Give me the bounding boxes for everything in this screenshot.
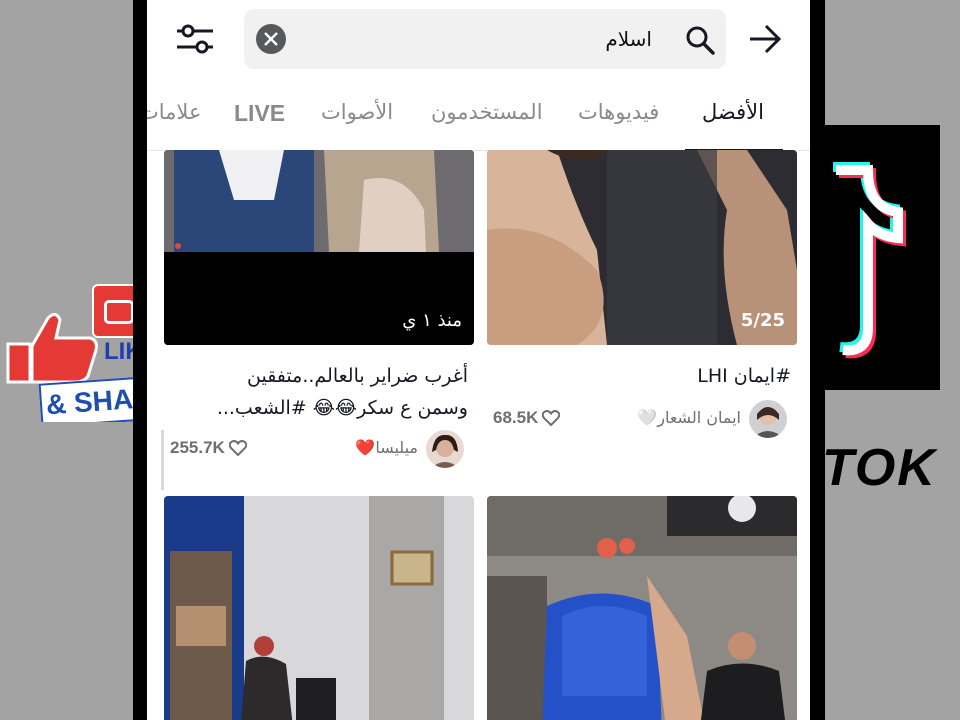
video-thumbnail-image (164, 496, 474, 720)
heart-outline-icon (542, 410, 561, 426)
video-meta: ايمان الشعار🤍 68.5K (487, 400, 791, 440)
like-share-sticker: LIK & SHA (0, 282, 135, 422)
back-arrow-icon[interactable] (747, 20, 783, 58)
phone-frame: الأفضل فيديوهات المستخدمون الأصوات LIVE … (133, 0, 825, 720)
play-badge-icon (92, 284, 135, 338)
tab-videos[interactable]: فيديوهات (578, 100, 659, 124)
video-meta: ميليسا❤️ 255.7K (164, 430, 468, 470)
search-icon[interactable] (684, 24, 716, 56)
username-label[interactable]: ميليسا❤️ (355, 438, 418, 457)
time-ago-label: منذ ١ ي (402, 310, 462, 331)
search-input[interactable] (302, 19, 652, 59)
search-tabs: الأفضل فيديوهات المستخدمون الأصوات LIVE … (147, 82, 810, 152)
clear-search-button[interactable] (256, 24, 286, 54)
like-count-value: 68.5K (493, 408, 539, 427)
caption-line: أغرب ضراير بالعالم..متفقين (247, 365, 468, 387)
tiktok-logo (825, 125, 940, 390)
avatar[interactable] (749, 400, 787, 438)
share-label: & SHA (38, 376, 135, 422)
avatar-image (426, 430, 464, 468)
scroll-indicator (161, 430, 164, 490)
caption-line: وسمن ع سكر😂😂 #الشعب... (216, 397, 468, 419)
avatar-image (749, 400, 787, 438)
tab-users[interactable]: المستخدمون (431, 100, 543, 124)
avatar[interactable] (426, 430, 464, 468)
like-count: 255.7K (170, 438, 247, 458)
thumbs-up-icon (6, 313, 98, 384)
video-thumbnail-image (487, 496, 797, 720)
video-caption: #ايمان LHI (487, 360, 791, 392)
video-thumbnail[interactable] (487, 496, 797, 720)
tab-live[interactable]: LIVE (234, 100, 285, 127)
tiktok-note-icon (833, 162, 906, 359)
caption-line: #ايمان LHI (697, 365, 791, 387)
tab-top[interactable]: الأفضل (702, 100, 764, 124)
video-caption: أغرب ضراير بالعالم..متفقين وسمن ع سكر😂😂 … (164, 360, 468, 424)
photo-count-label: 5/25 (740, 310, 785, 331)
tiktok-wordmark: TOK (822, 439, 937, 497)
search-bar (244, 9, 726, 69)
username-label[interactable]: ايمان الشعار🤍 (637, 408, 741, 427)
like-label: LIK (104, 338, 135, 365)
like-count: 68.5K (493, 408, 561, 428)
like-count-value: 255.7K (170, 438, 225, 457)
heart-outline-icon (228, 440, 247, 456)
close-icon (264, 32, 278, 46)
search-results-screen: الأفضل فيديوهات المستخدمون الأصوات LIVE … (147, 0, 810, 720)
video-thumbnail[interactable]: 5/25 (487, 150, 797, 345)
video-thumbnail[interactable]: منذ ١ ي (164, 150, 474, 345)
tab-sounds[interactable]: الأصوات (321, 100, 393, 124)
filter-sliders-icon[interactable] (175, 20, 215, 58)
video-thumbnail[interactable] (164, 496, 474, 720)
tab-hashtags[interactable]: علامات (147, 100, 201, 124)
